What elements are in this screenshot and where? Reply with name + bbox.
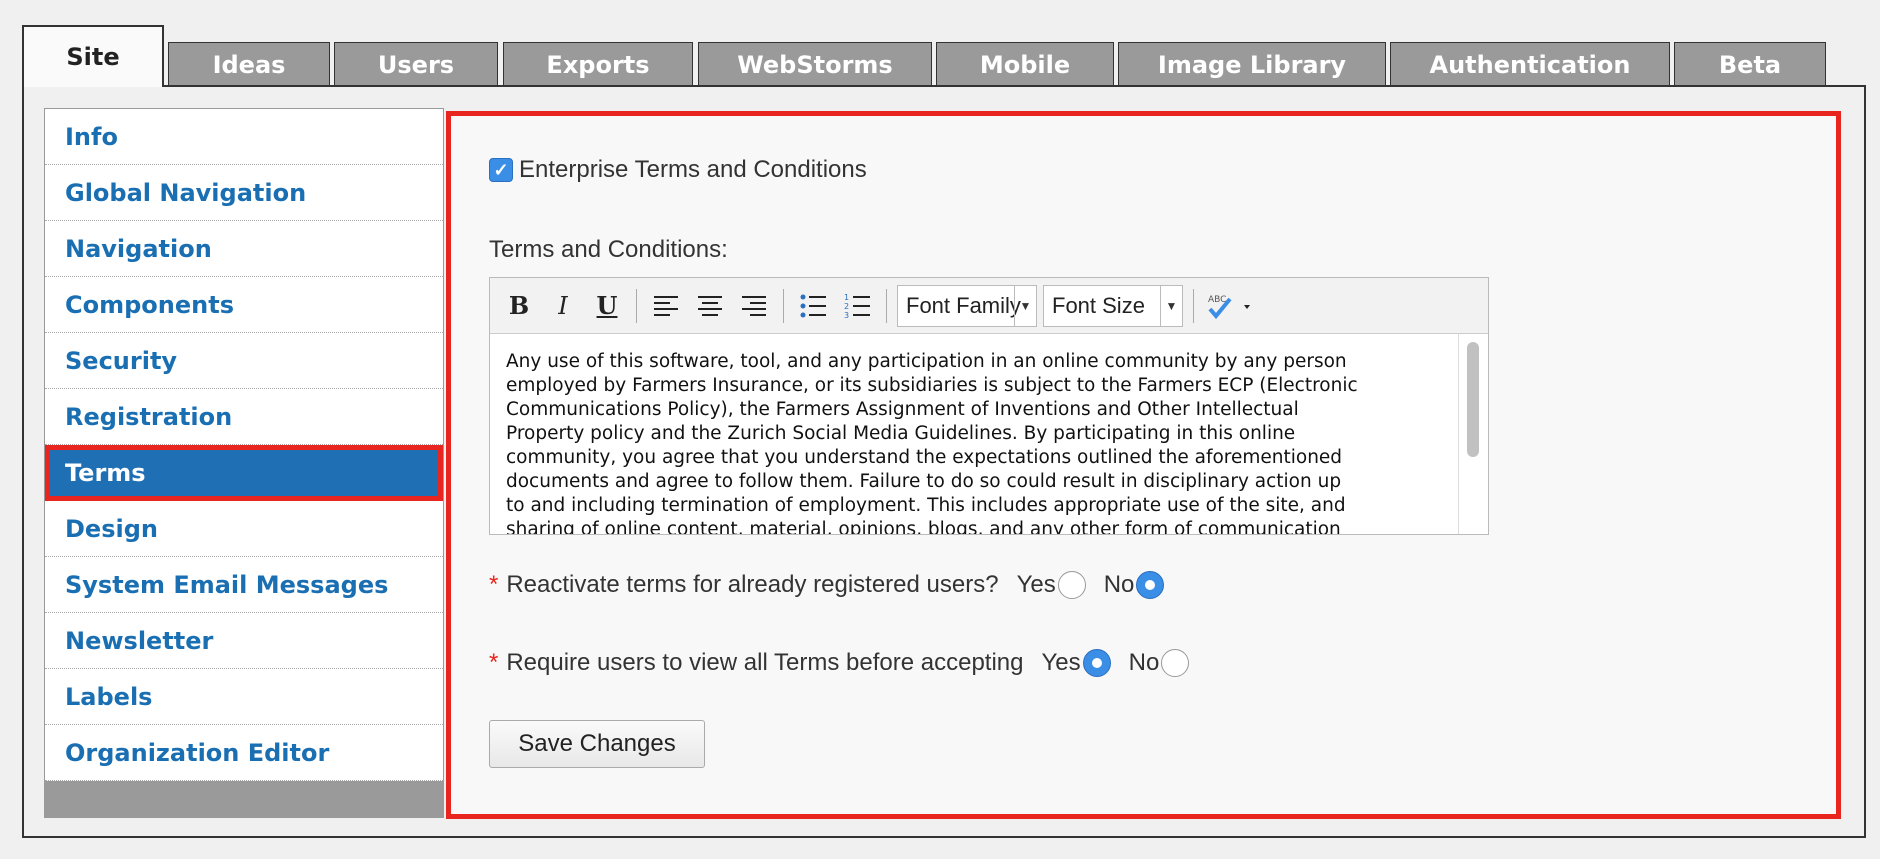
font-size-select[interactable]: Font Size ▼ xyxy=(1043,284,1183,327)
editor-scrollbar[interactable] xyxy=(1458,334,1488,534)
spellcheck-icon[interactable]: ABC xyxy=(1204,287,1258,325)
sidebar-item-terms[interactable]: Terms xyxy=(45,445,443,501)
font-size-value: Font Size xyxy=(1052,292,1145,318)
rich-text-editor: B I U 123 Font Family ▼ Font Size ▼ ABC … xyxy=(489,277,1489,535)
editor-text-line: to and including termination of employme… xyxy=(506,495,1346,516)
sidebar-item-registration[interactable]: Registration xyxy=(45,389,443,445)
require-view-no-option: No xyxy=(1129,649,1190,677)
reactivate-terms-row: * Reactivate terms for already registere… xyxy=(489,571,1165,599)
underline-button[interactable]: U xyxy=(588,287,626,325)
editor-text-line: Communications Policy), the Farmers Assi… xyxy=(506,399,1299,420)
sidebar-footer xyxy=(45,781,443,817)
tab-users[interactable]: Users xyxy=(334,42,498,86)
tab-exports[interactable]: Exports xyxy=(503,42,693,86)
editor-toolbar: B I U 123 Font Family ▼ Font Size ▼ ABC xyxy=(490,278,1488,334)
no-label: No xyxy=(1128,649,1160,676)
enterprise-terms-label: Enterprise Terms and Conditions xyxy=(519,156,867,183)
require-view-yes-radio[interactable] xyxy=(1082,649,1111,677)
require-view-yes-option: Yes xyxy=(1041,649,1111,677)
sidebar-item-navigation[interactable]: Navigation xyxy=(45,221,443,277)
bullet-list-icon[interactable] xyxy=(794,287,832,325)
sidebar-item-security[interactable]: Security xyxy=(45,333,443,389)
font-family-value: Font Family xyxy=(906,292,1021,318)
svg-text:3: 3 xyxy=(844,311,849,319)
toolbar-separator xyxy=(1193,288,1194,323)
sidebar: Info Global Navigation Navigation Compon… xyxy=(44,108,444,818)
italic-button[interactable]: I xyxy=(544,287,582,325)
enterprise-terms-checkbox[interactable]: ✓ xyxy=(489,158,513,182)
tab-beta[interactable]: Beta xyxy=(1674,42,1826,86)
editor-text-line: sharing of online content, material, opi… xyxy=(506,519,1341,534)
enterprise-terms-row: ✓ Enterprise Terms and Conditions xyxy=(489,156,867,184)
tab-ideas[interactable]: Ideas xyxy=(168,42,330,86)
reactivate-yes-option: Yes xyxy=(1017,571,1086,599)
scrollbar-thumb[interactable] xyxy=(1467,342,1479,457)
reactivate-terms-question: Reactivate terms for already registered … xyxy=(506,571,999,598)
sidebar-item-design[interactable]: Design xyxy=(45,501,443,557)
no-label: No xyxy=(1103,571,1135,598)
reactivate-yes-radio[interactable] xyxy=(1057,571,1086,599)
chevron-down-icon: ▼ xyxy=(1160,285,1182,326)
bold-button[interactable]: B xyxy=(500,287,538,325)
svg-text:2: 2 xyxy=(844,302,849,311)
require-view-no-radio[interactable] xyxy=(1161,649,1190,677)
editor-text-line: Any use of this software, tool, and any … xyxy=(506,351,1347,372)
required-marker: * xyxy=(489,571,499,598)
editor-text-line: community, you agree that you understand… xyxy=(506,447,1343,468)
required-marker: * xyxy=(489,649,499,676)
numbered-list-icon[interactable]: 123 xyxy=(838,287,876,325)
reactivate-no-radio[interactable] xyxy=(1136,571,1165,599)
font-family-select[interactable]: Font Family ▼ xyxy=(897,284,1037,327)
yes-label: Yes xyxy=(1041,649,1081,676)
align-right-icon[interactable] xyxy=(735,287,773,325)
sidebar-item-global-navigation[interactable]: Global Navigation xyxy=(45,165,443,221)
editor-text-line: documents and agree to follow them. Fail… xyxy=(506,471,1342,492)
toolbar-separator xyxy=(783,288,784,323)
terms-and-conditions-label: Terms and Conditions: xyxy=(489,236,728,263)
sidebar-item-components[interactable]: Components xyxy=(45,277,443,333)
require-view-question: Require users to view all Terms before a… xyxy=(506,649,1024,676)
svg-text:1: 1 xyxy=(844,293,849,302)
chevron-down-icon: ▼ xyxy=(1014,285,1036,326)
sidebar-item-organization-editor[interactable]: Organization Editor xyxy=(45,725,443,781)
align-left-icon[interactable] xyxy=(647,287,685,325)
sidebar-item-newsletter[interactable]: Newsletter xyxy=(45,613,443,669)
spellcheck-icon-text: ABC xyxy=(1208,295,1226,305)
tab-site[interactable]: Site xyxy=(22,25,164,87)
terms-settings-panel: ✓ Enterprise Terms and Conditions Terms … xyxy=(446,111,1841,819)
sidebar-item-system-email-messages[interactable]: System Email Messages xyxy=(45,557,443,613)
align-center-icon[interactable] xyxy=(691,287,729,325)
editor-text-line: Property policy and the Zurich Social Me… xyxy=(506,423,1296,444)
require-view-row: * Require users to view all Terms before… xyxy=(489,649,1190,677)
toolbar-separator xyxy=(636,288,637,323)
tab-mobile[interactable]: Mobile xyxy=(936,42,1114,86)
editor-content[interactable]: Any use of this software, tool, and any … xyxy=(490,334,1488,534)
save-changes-button[interactable]: Save Changes xyxy=(489,720,705,768)
tab-authentication[interactable]: Authentication xyxy=(1390,42,1670,86)
reactivate-no-option: No xyxy=(1104,571,1165,599)
sidebar-item-info[interactable]: Info xyxy=(45,109,443,165)
toolbar-separator xyxy=(886,288,887,323)
tab-webstorms[interactable]: WebStorms xyxy=(698,42,932,86)
editor-text-line: employed by Farmers Insurance, or its su… xyxy=(506,375,1358,396)
tab-image-library[interactable]: Image Library xyxy=(1118,42,1386,86)
sidebar-item-labels[interactable]: Labels xyxy=(45,669,443,725)
yes-label: Yes xyxy=(1016,571,1056,598)
tab-bar: Site Ideas Users Exports WebStorms Mobil… xyxy=(0,0,1880,90)
